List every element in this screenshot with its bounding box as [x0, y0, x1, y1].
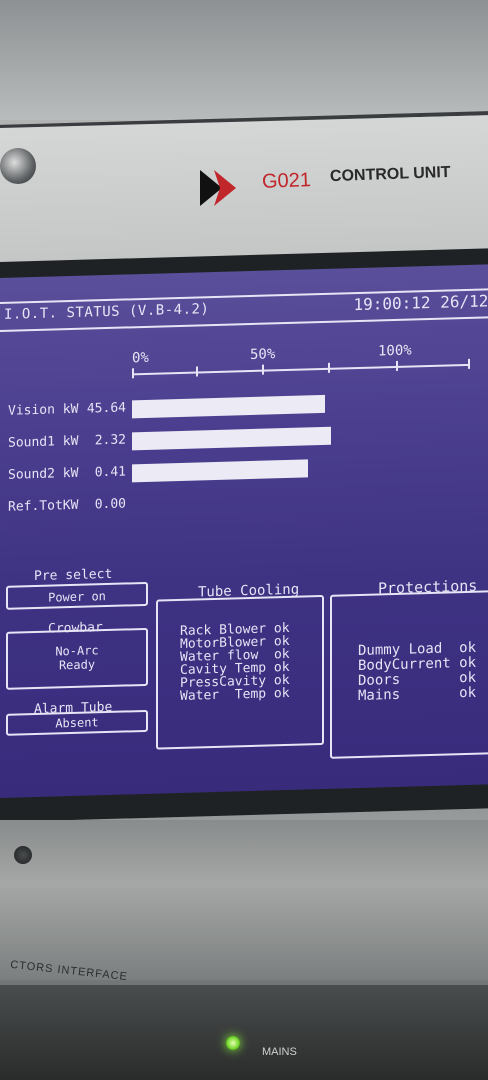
alarm-title: Alarm Tube: [34, 699, 113, 718]
screen-clock: 19:00:12 26/12/: [353, 291, 488, 315]
meter-value: 0.00: [94, 496, 126, 513]
preselect-value: Power on: [48, 589, 106, 605]
scale-tick: [132, 368, 134, 379]
alarm-value: Absent: [55, 715, 99, 731]
preselect-box[interactable]: Power on: [6, 581, 148, 610]
meter-value: 45.64: [86, 400, 126, 417]
scale-label-50: 50%: [250, 346, 276, 364]
protections-box: Dummy Load ok BodyCurrent ok Doors ok Ma…: [330, 589, 488, 759]
protections-title: Protections: [378, 576, 478, 598]
brand-logo-icon: [200, 170, 236, 206]
screen-title: I.O.T. STATUS (V.B-4.2): [4, 301, 210, 323]
scale-tick: [196, 366, 198, 377]
meter-bar-vision: [132, 394, 325, 419]
scale-label-0: 0%: [132, 349, 149, 367]
upper-panel: [0, 0, 488, 120]
panel-knob[interactable]: [0, 148, 36, 184]
cooling-item: Water Temp ok: [180, 685, 290, 704]
meter-value: 0.41: [94, 464, 126, 481]
meter-bar-sound1: [132, 426, 331, 451]
meter-label: Sound2 kW: [8, 465, 79, 483]
meter-label: Ref.TotKW: [8, 497, 79, 515]
screw-icon: [14, 846, 32, 864]
tube-cooling-title: Tube Cooling: [198, 581, 300, 601]
crowbar-line2: Ready: [58, 657, 96, 673]
tube-cooling-box: Rack Blower ok MotorBlower ok Water flow…: [156, 594, 324, 750]
meter-value: 2.32: [94, 432, 126, 449]
mains-led-icon: [226, 1036, 240, 1050]
scale-axis: [132, 363, 470, 376]
crowbar-box: No-Arc Ready: [6, 627, 148, 690]
meter-row-sound1: Sound1 kW 2.32: [8, 432, 126, 450]
lower-panel: [0, 820, 488, 980]
meter-row-sound2: Sound2 kW 0.41: [8, 464, 126, 482]
bottom-panel: [0, 985, 488, 1080]
protection-item: Mains ok: [358, 684, 477, 705]
meter-row-reflected: Ref.TotKW 0.00: [8, 496, 126, 514]
scale-tick: [396, 360, 398, 371]
status-screen: I.O.T. STATUS (V.B-4.2) 19:00:12 26/12/ …: [0, 264, 488, 799]
meter-label: Vision kW: [8, 401, 79, 419]
brand-name: G021: [261, 169, 312, 193]
scale-label-100: 100%: [378, 342, 412, 360]
scale-tick: [262, 364, 264, 375]
title-bar: I.O.T. STATUS (V.B-4.2) 19:00:12 26/12/: [0, 288, 488, 332]
preselect-title: Pre select: [34, 566, 113, 585]
meter-bar-sound2: [132, 459, 308, 483]
scale-tick: [328, 362, 330, 373]
protections-list: Dummy Load ok BodyCurrent ok Doors ok Ma…: [358, 640, 477, 705]
scale-tick: [468, 358, 470, 369]
tube-cooling-list: Rack Blower ok MotorBlower ok Water flow…: [180, 621, 290, 704]
meter-row-vision: Vision kW 45.64: [8, 400, 126, 418]
crowbar-title: Crowbar: [48, 620, 103, 637]
meter-label: Sound1 kW: [8, 433, 79, 451]
mains-label: MAINS: [262, 1046, 297, 1058]
